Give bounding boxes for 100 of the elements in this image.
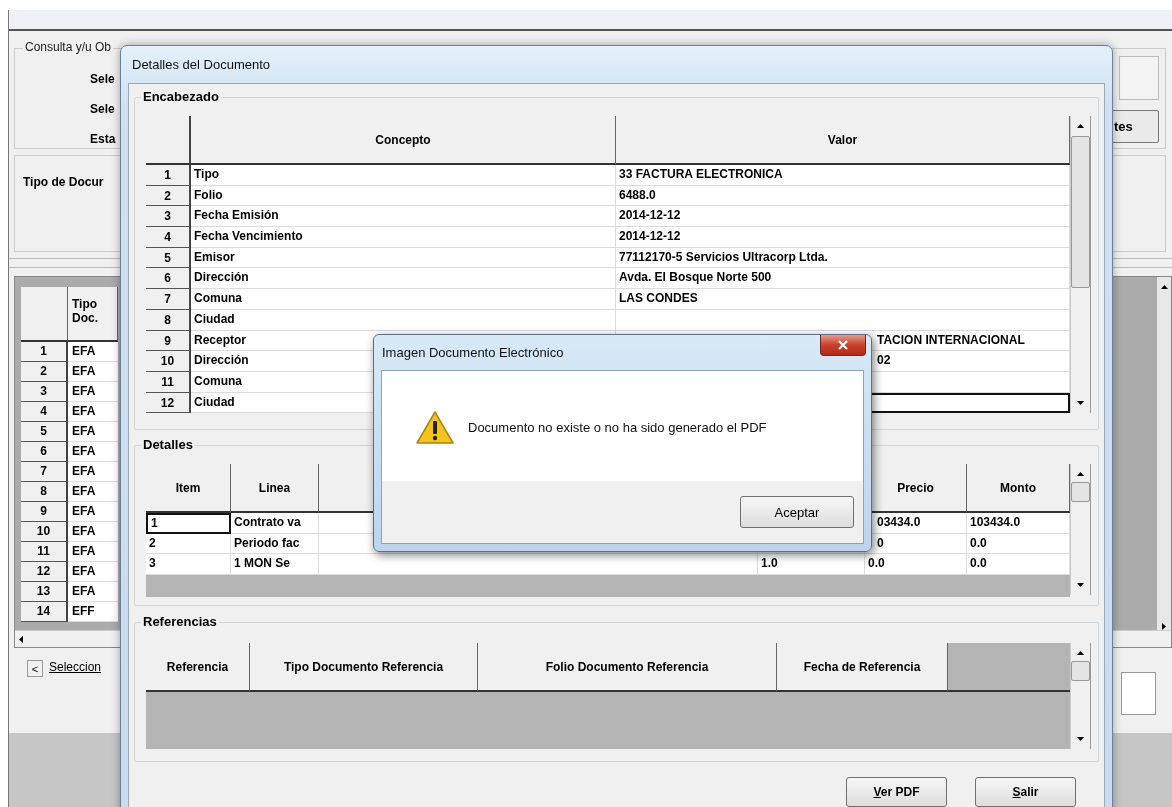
ok-button[interactable]: Aceptar xyxy=(740,496,854,528)
column-header: Fecha de Referencia xyxy=(777,643,948,693)
column-header: Folio Documento Referencia xyxy=(478,643,777,693)
row-number: 5 xyxy=(146,247,191,269)
back-button[interactable]: < xyxy=(27,660,43,677)
row-number: 6 xyxy=(21,442,68,462)
table-cell: 1.0 xyxy=(758,554,865,575)
table-cell[interactable]: LAS CONDES xyxy=(616,289,1070,310)
warning-icon xyxy=(416,411,454,445)
row-number: 1 xyxy=(146,165,191,186)
scroll-down-icon[interactable] xyxy=(1077,401,1084,406)
scroll-thumb[interactable] xyxy=(1071,482,1090,503)
scroll-up-icon[interactable] xyxy=(1077,472,1084,477)
table-cell[interactable]: 77112170-5 Servicios Ultracorp Ltda. xyxy=(616,247,1070,269)
table-cell[interactable]: 2014-12-12 xyxy=(616,227,1070,248)
table-cell: Contrato va xyxy=(231,513,319,534)
table-cell: EFA xyxy=(68,382,118,402)
column-header: Tipo Doc. xyxy=(68,287,118,342)
row-number: 14 xyxy=(21,602,68,622)
table-cell: Emisor xyxy=(191,247,616,269)
table-cell: EFA xyxy=(68,422,118,442)
table-cell: Periodo fac xyxy=(231,533,319,555)
column-header: Item xyxy=(146,464,231,514)
row-number: 10 xyxy=(21,522,68,542)
table-cell: Folio xyxy=(191,185,616,207)
scroll-thumb[interactable] xyxy=(1071,136,1090,288)
field-label: Tipo de Docur xyxy=(23,175,104,189)
group-title: Detalles xyxy=(142,437,194,454)
close-button[interactable] xyxy=(820,335,866,356)
table-cell: Comuna xyxy=(191,289,616,310)
row-number: 6 xyxy=(146,268,191,290)
row-number: 12 xyxy=(146,392,191,414)
table-cell: 0.0 xyxy=(865,554,967,575)
scroll-left-icon[interactable] xyxy=(19,635,23,643)
table-cell: Dirección xyxy=(191,268,616,290)
table-cell: 1 MON Se xyxy=(231,554,319,575)
table-cell: EFA xyxy=(68,562,118,582)
table-cell: EFA xyxy=(68,522,118,542)
table-cell: Fecha Emisión xyxy=(191,206,616,228)
row-number: 5 xyxy=(21,422,68,442)
table-cell[interactable]: 2014-12-12 xyxy=(616,206,1070,228)
header-cell xyxy=(21,287,68,342)
table-cell: EFA xyxy=(68,362,118,382)
row-number: 4 xyxy=(21,402,68,422)
table-cell: EFA xyxy=(68,402,118,422)
row-number: 11 xyxy=(21,542,68,562)
table-cell: EFA xyxy=(68,542,118,562)
table-cell[interactable] xyxy=(616,309,1070,331)
scroll-down-icon[interactable] xyxy=(1077,583,1084,588)
scrollbar[interactable] xyxy=(1157,277,1171,630)
table-cell[interactable]: 6488.0 xyxy=(616,185,1070,207)
table-cell[interactable]: 3 xyxy=(146,554,231,575)
scroll-thumb[interactable] xyxy=(1071,661,1090,682)
column-header: Concepto xyxy=(191,116,616,165)
table-cell[interactable]: 33 FACTURA ELECTRONICA xyxy=(616,165,1070,186)
dialog-button[interactable]: Ver PDF xyxy=(846,777,947,807)
message-text: Documento no existe o no ha sido generado el PDF xyxy=(468,420,767,435)
group-title: Referencias xyxy=(142,614,218,631)
row-number: 10 xyxy=(146,351,191,372)
group-title: Encabezado xyxy=(142,89,220,105)
column-header: Valor xyxy=(616,116,1070,165)
row-number: 7 xyxy=(146,289,191,310)
row-number: 2 xyxy=(21,362,68,382)
row-number: 9 xyxy=(21,502,68,522)
link[interactable]: Seleccion xyxy=(49,660,102,674)
scroll-up-icon[interactable] xyxy=(1077,651,1084,656)
dialog-button[interactable]: Salir xyxy=(975,777,1076,807)
table-cell[interactable]: 2 xyxy=(146,533,231,555)
row-number: 13 xyxy=(21,582,68,602)
table-cell: EFA xyxy=(68,462,118,482)
row-number: 4 xyxy=(146,227,191,248)
row-number: 2 xyxy=(146,185,191,207)
table-cell: EFF xyxy=(68,602,118,622)
close-icon[interactable] xyxy=(837,340,849,350)
column-header: Tipo Documento Referencia xyxy=(250,643,478,693)
table-cell: Fecha Vencimiento xyxy=(191,227,616,248)
row-number: 11 xyxy=(146,371,191,393)
field-label: Sele xyxy=(90,71,116,88)
table-cell: EFA xyxy=(68,582,118,602)
window-title: Detalles del Documento xyxy=(131,56,272,74)
table-cell: EFA xyxy=(68,482,118,502)
input-field[interactable] xyxy=(1119,56,1159,100)
scroll-up-icon[interactable] xyxy=(1077,124,1084,128)
table-cell[interactable]: 1 xyxy=(146,513,231,534)
row-number: 12 xyxy=(21,562,68,582)
table-cell: EFA xyxy=(68,502,118,522)
column-header: Linea xyxy=(231,464,319,514)
table-cell: Tipo xyxy=(191,165,616,186)
table-cell: Ciudad xyxy=(191,309,616,331)
row-number: 7 xyxy=(21,462,68,482)
scroll-right-icon[interactable] xyxy=(1162,623,1166,630)
field-label: Sele xyxy=(90,101,116,118)
table-cell[interactable]: Avda. El Bosque Norte 500 xyxy=(616,268,1070,290)
scroll-up-icon[interactable] xyxy=(1160,285,1168,289)
row-number: 3 xyxy=(21,382,68,402)
scroll-down-icon[interactable] xyxy=(1077,737,1084,742)
row-number: 3 xyxy=(146,206,191,228)
row-number: 1 xyxy=(21,342,68,362)
column-header: Monto xyxy=(967,464,1070,514)
field-label: Esta xyxy=(90,131,116,148)
